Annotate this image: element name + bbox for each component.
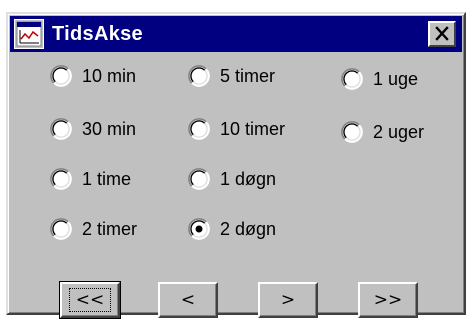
title-bar[interactable]: TidsAkse bbox=[10, 16, 462, 52]
next-button-label: > bbox=[280, 290, 296, 310]
radio-selected-dot bbox=[195, 225, 203, 233]
radio-label: 1 døgn bbox=[220, 168, 277, 189]
radio-label: 10 timer bbox=[220, 118, 286, 139]
close-button[interactable] bbox=[428, 21, 456, 47]
radio-label: 2 uger bbox=[373, 121, 425, 142]
chart-app-icon bbox=[14, 19, 44, 49]
radio-label: 2 døgn bbox=[220, 218, 277, 239]
radio-circle bbox=[341, 121, 363, 143]
previous-button[interactable]: < bbox=[158, 282, 218, 318]
radio-circle bbox=[188, 65, 210, 87]
previous-button-label: < bbox=[180, 290, 196, 310]
radio-label: 5 timer bbox=[220, 65, 276, 86]
radio-2-dogn[interactable]: 2 døgn bbox=[188, 214, 276, 244]
tidsakse-dialog: TidsAkse 10 min 30 min 1 time 2 timer 5 … bbox=[6, 12, 466, 319]
radio-10-timer[interactable]: 10 timer bbox=[188, 114, 285, 144]
last-button[interactable]: >> bbox=[358, 282, 418, 318]
radio-circle bbox=[341, 68, 363, 90]
radio-label: 1 uge bbox=[373, 68, 419, 89]
radio-circle bbox=[188, 118, 210, 140]
radio-label: 1 time bbox=[82, 168, 132, 189]
radio-label: 10 min bbox=[82, 65, 137, 86]
radio-circle bbox=[50, 218, 72, 240]
window-title: TidsAkse bbox=[52, 23, 143, 45]
radio-circle bbox=[50, 118, 72, 140]
radio-1-time[interactable]: 1 time bbox=[50, 164, 131, 194]
radio-1-dogn[interactable]: 1 døgn bbox=[188, 164, 276, 194]
radio-30-min[interactable]: 30 min bbox=[50, 114, 136, 144]
first-button[interactable]: << bbox=[59, 281, 121, 319]
radio-circle bbox=[50, 168, 72, 190]
last-button-label: >> bbox=[373, 290, 403, 310]
radio-2-timer[interactable]: 2 timer bbox=[50, 214, 137, 244]
radio-5-timer[interactable]: 5 timer bbox=[188, 61, 275, 91]
radio-10-min[interactable]: 10 min bbox=[50, 61, 136, 91]
radio-circle bbox=[188, 168, 210, 190]
radio-label: 2 timer bbox=[82, 218, 138, 239]
next-button[interactable]: > bbox=[258, 282, 318, 318]
radio-circle bbox=[188, 218, 210, 240]
radio-2-uger[interactable]: 2 uger bbox=[341, 117, 424, 147]
radio-label: 30 min bbox=[82, 118, 137, 139]
radio-1-uge[interactable]: 1 uge bbox=[341, 64, 418, 94]
first-button-label: << bbox=[68, 288, 112, 312]
radio-circle bbox=[50, 65, 72, 87]
